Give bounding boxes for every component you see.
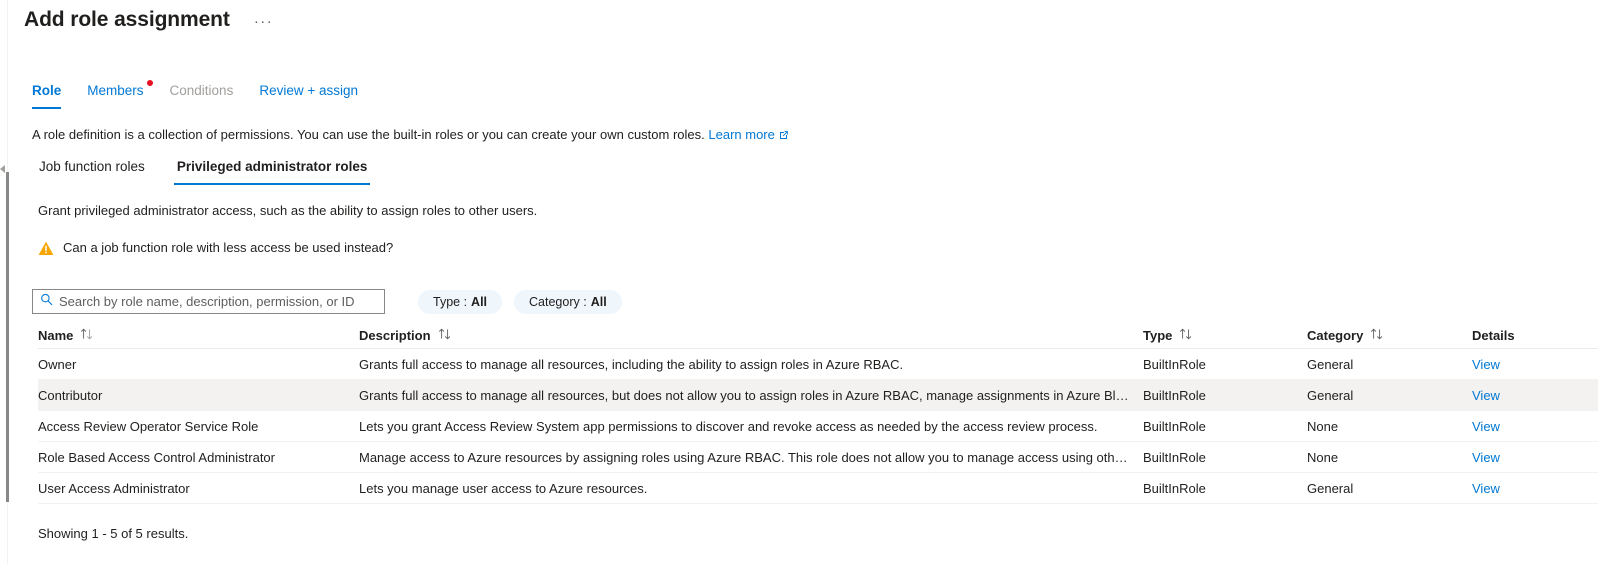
subtab-privileged-administrator-roles[interactable]: Privileged administrator roles: [173, 158, 371, 185]
tab-conditions[interactable]: Conditions: [170, 82, 234, 109]
blade-content: Add role assignment ··· Role Members Con…: [22, 0, 1605, 564]
view-link[interactable]: View: [1472, 450, 1500, 465]
cell-description: Lets you manage user access to Azure res…: [359, 480, 648, 496]
sort-ascending-descending-icon: [438, 328, 453, 343]
cell-description: Lets you grant Access Review System app …: [359, 418, 1098, 434]
cell-name: Contributor: [38, 387, 103, 403]
cell-name: Owner: [38, 356, 77, 372]
filter-pill-type-label: Type :: [433, 294, 468, 309]
tab-review-assign[interactable]: Review + assign: [259, 82, 358, 109]
column-header-name-label: Name: [38, 327, 74, 343]
wizard-tabs: Role Members Conditions Review + assign: [32, 80, 384, 109]
subtab-privileged-administrator-roles-label: Privileged administrator roles: [176, 159, 368, 174]
warning-triangle-icon: [38, 241, 54, 256]
sort-ascending-descending-icon: [1179, 328, 1194, 343]
cell-details: View: [1472, 357, 1582, 372]
table-row[interactable]: User Access Administrator Lets you manag…: [38, 473, 1598, 504]
filter-pill-category[interactable]: Category : All: [514, 289, 622, 314]
filter-pill-type-value: All: [471, 294, 488, 309]
column-header-category[interactable]: Category: [1307, 328, 1472, 343]
cell-name: Access Review Operator Service Role: [38, 418, 259, 434]
table-header-row: Name Description Type Category Details: [38, 322, 1598, 349]
column-header-name[interactable]: Name: [38, 328, 359, 343]
intro-copy: A role definition is a collection of per…: [32, 127, 705, 142]
blade-resize-handle[interactable]: [6, 172, 9, 502]
page-title: Add role assignment: [24, 8, 230, 31]
cell-category: General: [1307, 356, 1354, 372]
cell-category: General: [1307, 387, 1354, 403]
section-description: Grant privileged administrator access, s…: [38, 203, 538, 218]
search-box[interactable]: [32, 289, 385, 314]
cell-details: View: [1472, 450, 1582, 465]
column-header-type[interactable]: Type: [1143, 328, 1307, 343]
column-header-type-label: Type: [1143, 327, 1173, 343]
column-header-details: Details: [1472, 328, 1582, 343]
cell-type: BuiltInRole: [1143, 449, 1206, 465]
cell-type: BuiltInRole: [1143, 418, 1206, 434]
results-summary: Showing 1 - 5 of 5 results.: [38, 526, 189, 541]
table-row[interactable]: Owner Grants full access to manage all r…: [38, 349, 1598, 380]
cell-description: Grants full access to manage all resourc…: [359, 356, 904, 372]
intro-text: A role definition is a collection of per…: [32, 126, 788, 145]
tab-members[interactable]: Members: [87, 80, 153, 109]
view-link[interactable]: View: [1472, 419, 1500, 434]
tab-role-label: Role: [32, 83, 62, 98]
tab-members-label: Members: [87, 83, 144, 98]
column-header-description[interactable]: Description: [359, 328, 1143, 343]
table-toolbar: Type : All Category : All: [32, 289, 622, 314]
cell-details: View: [1472, 388, 1582, 403]
subtab-job-function-roles-label: Job function roles: [39, 159, 145, 174]
cell-name: User Access Administrator: [38, 480, 190, 496]
warning-message: Can a job function role with less access…: [38, 239, 393, 257]
column-header-details-label: Details: [1472, 327, 1515, 343]
tab-conditions-label: Conditions: [169, 83, 234, 98]
table-row[interactable]: Role Based Access Control Administrator …: [38, 442, 1598, 473]
view-link[interactable]: View: [1472, 357, 1500, 372]
view-link[interactable]: View: [1472, 481, 1500, 496]
search-input[interactable]: [59, 292, 359, 311]
column-header-category-label: Category: [1307, 327, 1364, 343]
tab-role[interactable]: Role: [32, 82, 62, 109]
blade-left-edge: [0, 0, 9, 564]
external-link-icon: [779, 127, 788, 145]
cell-category: None: [1307, 418, 1339, 434]
filter-pill-category-value: All: [590, 294, 607, 309]
tab-review-assign-label: Review + assign: [259, 83, 359, 98]
cell-description: Manage access to Azure resources by assi…: [359, 449, 1143, 465]
view-link[interactable]: View: [1472, 388, 1500, 403]
cell-type: BuiltInRole: [1143, 387, 1206, 403]
add-role-assignment-blade: Add role assignment ··· Role Members Con…: [0, 0, 1605, 564]
warning-text: Can a job function role with less access…: [63, 240, 394, 255]
filter-pill-type[interactable]: Type : All: [418, 289, 503, 314]
more-options-button[interactable]: ···: [252, 13, 276, 31]
cell-details: View: [1472, 419, 1582, 434]
roles-table: Name Description Type Category Details O…: [38, 322, 1598, 504]
table-row[interactable]: Access Review Operator Service Role Lets…: [38, 411, 1598, 442]
role-category-tabs: Job function roles Privileged administra…: [36, 158, 396, 185]
cell-description: Grants full access to manage all resourc…: [359, 387, 1143, 403]
filter-pill-category-label: Category :: [529, 294, 587, 309]
cell-details: View: [1472, 481, 1582, 496]
cell-category: None: [1307, 449, 1339, 465]
table-row[interactable]: Contributor Grants full access to manage…: [38, 380, 1598, 411]
column-header-description-label: Description: [359, 327, 431, 343]
search-icon: [40, 293, 53, 311]
subtab-job-function-roles[interactable]: Job function roles: [36, 158, 148, 185]
cell-category: General: [1307, 480, 1354, 496]
required-dot-badge: [146, 80, 153, 86]
cell-type: BuiltInRole: [1143, 480, 1206, 496]
cell-type: BuiltInRole: [1143, 356, 1206, 372]
sort-ascending-descending-icon: [1370, 328, 1385, 343]
blade-header: Add role assignment ···: [24, 6, 275, 34]
sort-ascending-descending-icon: [80, 328, 95, 343]
cell-name: Role Based Access Control Administrator: [38, 449, 275, 465]
learn-more-link[interactable]: Learn more: [708, 127, 774, 142]
